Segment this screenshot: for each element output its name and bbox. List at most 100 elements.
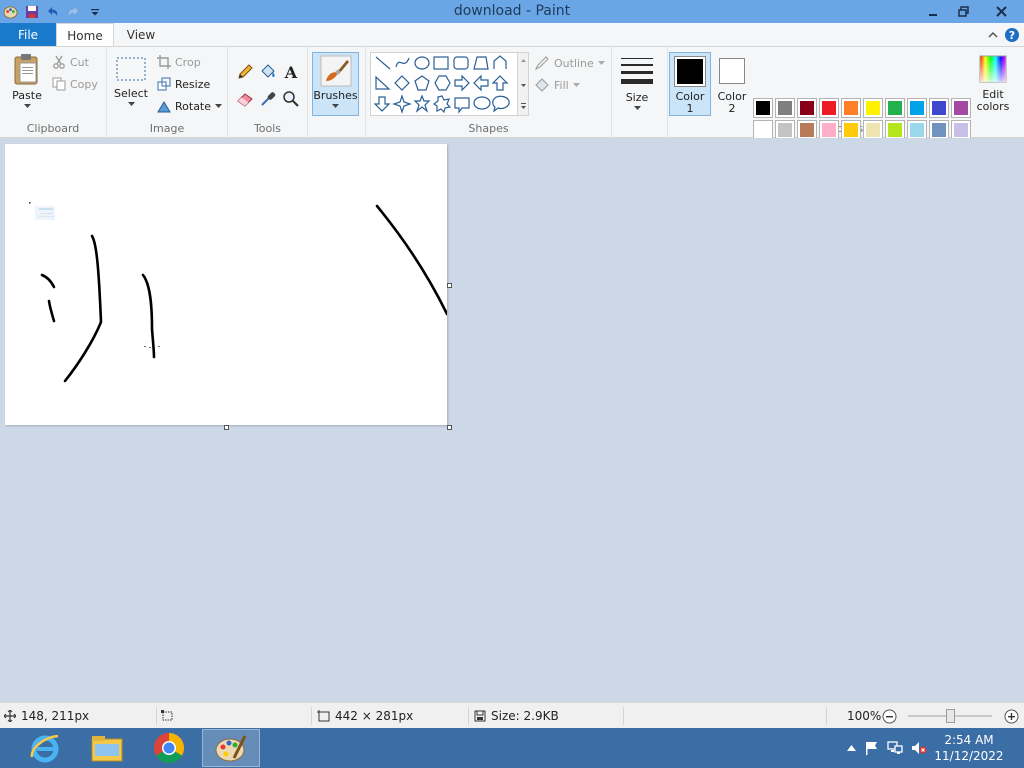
size-label: Size [625, 91, 649, 104]
shapes-gallery[interactable] [370, 52, 518, 116]
outline-button[interactable]: Outline [534, 55, 605, 71]
paint-taskbar-button[interactable] [202, 729, 260, 767]
canvas-drawing [29, 202, 449, 383]
tools-group: A Tools [228, 47, 308, 138]
shapes-gallery-icons [373, 55, 510, 114]
svg-text:A: A [284, 63, 298, 81]
redo-icon[interactable] [65, 3, 82, 20]
color1-button[interactable]: Color 1 [669, 52, 711, 116]
size-group: Size [612, 47, 668, 138]
eraser-icon[interactable] [236, 90, 254, 108]
palette-swatch[interactable] [863, 120, 883, 140]
line-size-icon [621, 58, 653, 84]
selection-size-icon [161, 710, 173, 721]
canvas-workspace[interactable] [0, 138, 1024, 702]
clock[interactable]: 2:54 AM 11/12/2022 [934, 732, 1004, 764]
volume-tray[interactable] [907, 741, 931, 755]
customize-qat-icon[interactable] [86, 3, 103, 20]
resize-handle-right[interactable] [447, 283, 452, 288]
crop-button[interactable]: Crop [157, 55, 201, 69]
palette-swatch[interactable] [753, 120, 773, 140]
palette-swatch[interactable] [797, 98, 817, 118]
palette-swatch[interactable] [951, 98, 971, 118]
scissors-icon [53, 55, 65, 69]
quick-access-toolbar [2, 3, 103, 20]
zoom-in-button[interactable] [1004, 703, 1019, 729]
palette-swatch[interactable] [841, 98, 861, 118]
palette-swatch[interactable] [775, 98, 795, 118]
resize-button[interactable]: Resize [157, 77, 210, 91]
fill-bucket-icon[interactable] [259, 63, 277, 81]
cut-button[interactable]: Cut [52, 55, 89, 69]
palette-swatch[interactable] [819, 98, 839, 118]
window-title: download - Paint [453, 3, 571, 19]
disk-icon [474, 710, 486, 722]
paste-button[interactable]: Paste [8, 53, 46, 109]
zoom-level: 100% [847, 709, 882, 723]
palette-swatch[interactable] [797, 120, 817, 140]
cut-label: Cut [70, 55, 89, 69]
palette-swatch[interactable] [907, 120, 927, 140]
palette-swatch[interactable] [929, 98, 949, 118]
edit-colors-button[interactable]: Edit colors [971, 52, 1015, 113]
chrome-taskbar-button[interactable] [140, 729, 198, 767]
tab-file[interactable]: File [0, 23, 56, 47]
internet-explorer-taskbar-button[interactable] [16, 729, 74, 767]
minimize-button[interactable] [918, 0, 948, 23]
show-hidden-icons[interactable] [843, 745, 859, 751]
palette-swatch-color [822, 123, 836, 137]
selection-size [161, 703, 174, 729]
save-icon[interactable] [23, 3, 40, 20]
edit-colors-label-line2: colors [976, 100, 1010, 113]
palette-swatch[interactable] [775, 120, 795, 140]
palette-swatch[interactable] [929, 120, 949, 140]
zoom-out-button[interactable] [882, 703, 897, 729]
resize-handle-corner[interactable] [447, 425, 452, 430]
resize-handle-bottom[interactable] [224, 425, 229, 430]
color2-button[interactable]: Color 2 [714, 52, 750, 115]
undo-icon[interactable] [44, 3, 61, 20]
palette-swatch-color [822, 101, 836, 115]
restore-button[interactable] [948, 0, 978, 23]
help-icon[interactable]: ? [1003, 26, 1021, 44]
network-tray[interactable] [883, 741, 907, 755]
color-picker-icon[interactable] [259, 90, 277, 108]
color2-fill [722, 61, 742, 81]
rotate-button[interactable]: Rotate [157, 99, 223, 113]
system-tray [843, 728, 931, 768]
outline-label: Outline [554, 56, 594, 70]
clipboard-group: Paste Cut Copy Clipboard [0, 47, 107, 138]
tab-home[interactable]: Home [56, 23, 114, 47]
folder-icon [91, 736, 123, 762]
paint-app-icon[interactable] [2, 3, 19, 20]
size-button[interactable]: Size [618, 53, 656, 111]
palette-swatch-color [954, 101, 968, 115]
palette-swatch[interactable] [841, 120, 861, 140]
action-center-tray[interactable] [859, 741, 883, 755]
tab-view[interactable]: View [114, 23, 168, 47]
palette-swatch[interactable] [951, 120, 971, 140]
pencil-icon[interactable] [236, 63, 254, 81]
zoom-slider-thumb[interactable] [946, 709, 955, 723]
brushes-button[interactable]: Brushes [312, 52, 359, 116]
palette-swatch[interactable] [819, 120, 839, 140]
palette-swatch-color [800, 123, 814, 137]
magnifier-icon[interactable] [282, 90, 300, 108]
palette-swatch-color [866, 123, 880, 137]
palette-swatch[interactable] [885, 120, 905, 140]
close-button[interactable] [978, 0, 1024, 23]
palette-swatch-color [910, 123, 924, 137]
minimize-ribbon-icon[interactable] [984, 26, 1002, 44]
palette-swatch[interactable] [863, 98, 883, 118]
palette-swatch[interactable] [753, 98, 773, 118]
file-explorer-taskbar-button[interactable] [78, 729, 136, 767]
palette-swatch[interactable] [885, 98, 905, 118]
palette-swatch[interactable] [907, 98, 927, 118]
select-button[interactable]: Select [113, 55, 149, 107]
fill-button[interactable]: Fill [534, 77, 580, 93]
zoom-out-icon [882, 709, 897, 723]
shapes-scrollbar[interactable] [518, 52, 529, 116]
copy-button[interactable]: Copy [52, 77, 98, 91]
text-icon[interactable]: A [282, 63, 300, 82]
drawing-canvas[interactable] [5, 144, 449, 425]
